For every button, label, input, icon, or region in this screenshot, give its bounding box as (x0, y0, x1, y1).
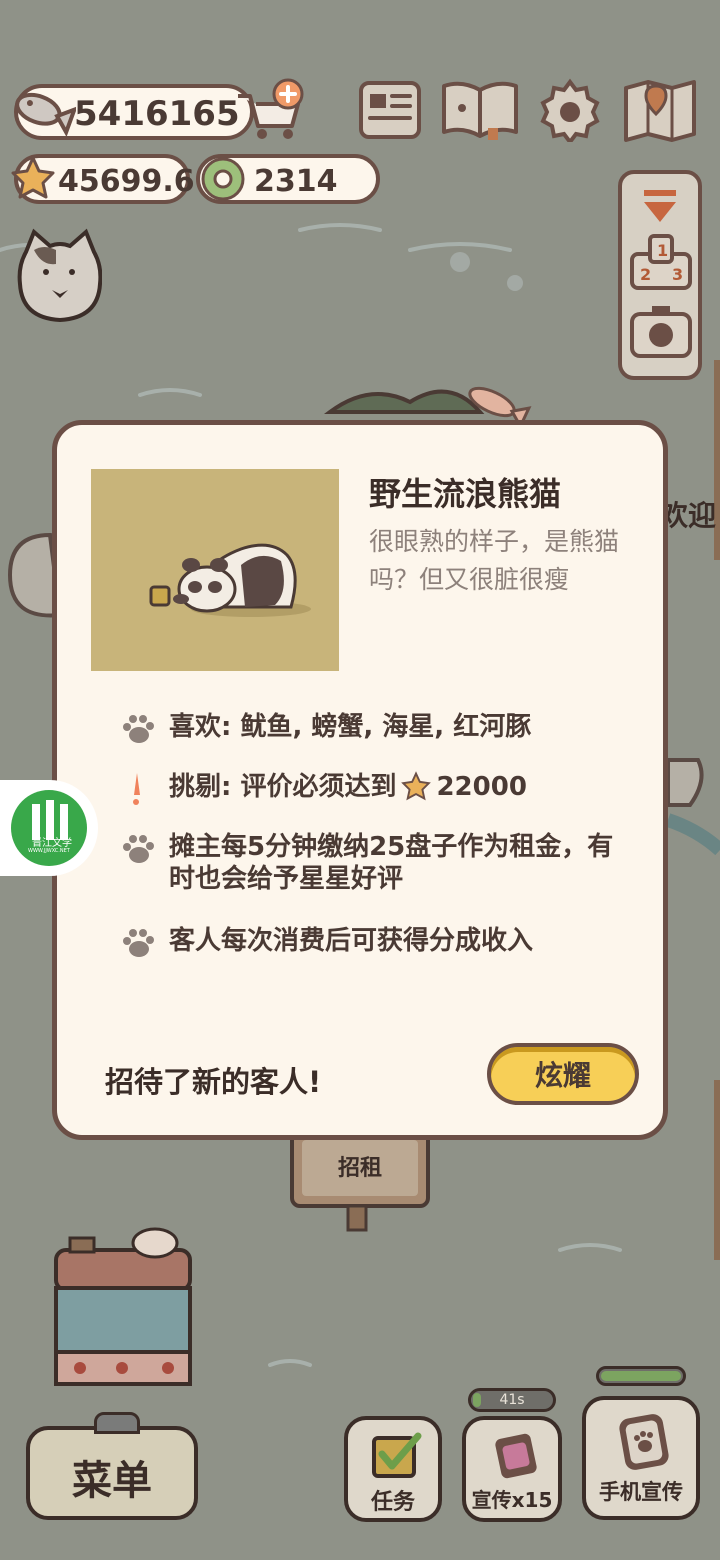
promo-label: 宣传x15 (471, 1488, 553, 1512)
likes-row: 喜欢: 鱿鱼, 螃蟹, 海星, 红河豚 (117, 711, 531, 747)
svg-text:3: 3 (672, 265, 683, 284)
paw-icon (123, 715, 154, 743)
share-row: 客人每次消费后可获得分成收入 (117, 925, 533, 961)
clipboard-clip (94, 1412, 140, 1434)
collapse-arrow-icon[interactable] (642, 188, 678, 226)
ring-icon (201, 157, 245, 201)
menu-button[interactable]: 菜单 (26, 1412, 198, 1520)
side-toolbar: 2 1 3 (618, 170, 702, 380)
svg-text:1: 1 (657, 241, 668, 260)
promo-timer-bar: 41s (468, 1388, 556, 1412)
customer-name: 野生流浪熊猫 (369, 475, 562, 513)
phone-promo-fill (601, 1371, 681, 1381)
picky-value: 22000 (436, 772, 527, 802)
star-icon (11, 156, 55, 199)
checklist-icon (372, 1432, 422, 1478)
promo-timer-text: 41s (499, 1392, 525, 1408)
side-welcome-text: 欢迎 (660, 499, 717, 532)
paw-icon (123, 929, 154, 957)
tasks-button[interactable]: 任务 (344, 1416, 442, 1522)
rent-row: 摊主每5分钟缴纳25盘子作为租金，有时也会给予星星好评 (117, 831, 627, 895)
paw-icon (123, 835, 154, 863)
ring-count: 2314 (254, 164, 338, 199)
picky-prefix: 挑剔: 评价必须达到 (169, 772, 397, 802)
customer-info-modal: 野生流浪熊猫 很眼熟的样子，是熊猫吗？但又很脏很瘦 喜欢: 鱿鱼, 螃蟹, 海星… (52, 420, 668, 1140)
signboard-label: 招租 (337, 1156, 382, 1181)
phone-icon (619, 1414, 669, 1470)
watermark-badge: 晋江文学 WWW.JJWXC.NET (0, 780, 98, 876)
share-info-text: 客人每次消费后可获得分成收入 (169, 926, 534, 956)
watermark-small-text: 晋江文学 (32, 838, 72, 849)
cat-avatar-icon[interactable] (16, 228, 102, 322)
tasks-label: 任务 (370, 1490, 415, 1515)
promo-flyer-icon (495, 1433, 537, 1479)
fish-icon (15, 92, 76, 137)
phone-promo-label: 手机宣传 (599, 1480, 683, 1504)
exclamation-icon (133, 773, 140, 805)
promo-button[interactable]: 宣传x15 (462, 1416, 562, 1522)
watermark-url: WWW.JJWXC.NET (28, 848, 70, 854)
phone-promo-button[interactable]: 手机宣传 (582, 1396, 700, 1520)
map-icon[interactable] (622, 76, 698, 144)
menu-label: 菜单 (72, 1458, 152, 1504)
podium-icon[interactable]: 2 1 3 (630, 232, 692, 290)
star-rating: 45699.6 (58, 164, 195, 199)
new-guest-text: 招待了新的客人! (105, 1065, 322, 1099)
likes-text: 喜欢: 鱿鱼, 螃蟹, 海星, 红河豚 (169, 712, 532, 742)
panda-illustration (91, 469, 339, 671)
rent-info-text: 摊主每5分钟缴纳25盘子作为租金，有时也会给予星星好评 (169, 832, 614, 894)
gear-icon[interactable] (538, 78, 602, 142)
camera-icon[interactable] (630, 304, 692, 360)
svg-text:2: 2 (640, 265, 651, 284)
book-icon[interactable] (440, 76, 520, 142)
cart-plus-icon[interactable] (232, 76, 306, 142)
picky-row: 挑剔: 评价必须达到 22000 (117, 771, 527, 807)
newspaper-icon[interactable] (358, 80, 422, 140)
jjwxc-logo-icon (11, 790, 87, 866)
show-off-button[interactable]: 炫耀 (487, 1043, 639, 1105)
customer-description: 很眼熟的样子，是熊猫吗？但又很脏很瘦 (369, 527, 620, 594)
fish-count: 5416165 (74, 94, 240, 134)
star-icon (401, 771, 432, 801)
phone-promo-progress (596, 1366, 686, 1386)
